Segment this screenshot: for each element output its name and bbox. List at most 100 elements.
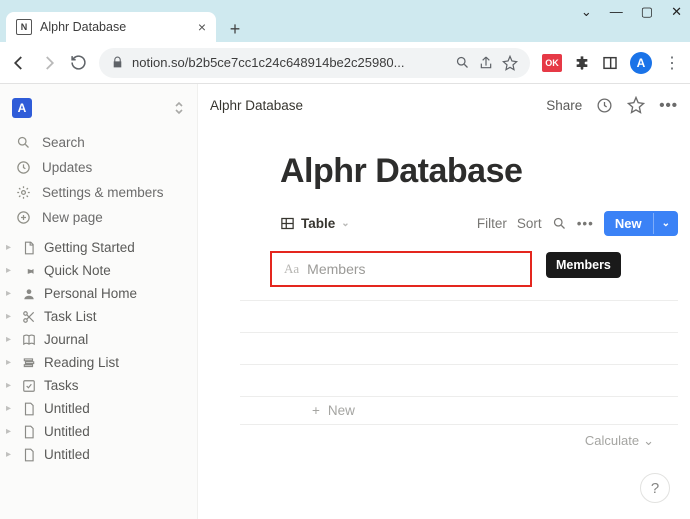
reload-button[interactable] <box>70 54 87 71</box>
bookmark-star-icon[interactable] <box>502 55 518 71</box>
more-icon[interactable]: ••• <box>577 216 594 231</box>
sidebar-newpage[interactable]: New page <box>0 205 197 230</box>
workspace-badge: A <box>12 98 32 118</box>
search-in-page-icon[interactable] <box>455 55 470 70</box>
sidebar-search[interactable]: Search <box>0 130 197 155</box>
stack-icon <box>22 356 38 370</box>
new-row-label: New <box>328 403 355 418</box>
sidebar-page-item[interactable]: ▸Journal <box>0 328 197 351</box>
calculate-label: Calculate <box>585 433 639 449</box>
plus-circle-icon <box>14 210 32 225</box>
chevron-down-icon[interactable]: ⌄ <box>581 4 592 20</box>
sidebar-page-item[interactable]: ▸ Untitled <box>0 397 197 420</box>
check-icon <box>22 379 38 393</box>
forward-button <box>40 54 58 72</box>
extension-ok-icon[interactable]: OK <box>542 54 562 72</box>
caret-right-icon[interactable]: ▸ <box>6 311 16 322</box>
lock-icon <box>111 56 124 69</box>
share-url-icon[interactable] <box>478 55 494 71</box>
sidebar-page-item[interactable]: ▸Task List <box>0 305 197 328</box>
doc-icon <box>22 241 38 255</box>
window-controls: ⌄ — ▢ ✕ <box>581 4 682 20</box>
search-icon[interactable] <box>552 216 567 231</box>
new-button[interactable]: New ⌄ <box>604 211 678 236</box>
book-icon <box>22 333 38 347</box>
chevron-down-icon[interactable]: ⌄ <box>653 213 678 234</box>
sidebar-page-item[interactable]: ▸Personal Home <box>0 282 197 305</box>
person-icon <box>22 287 38 301</box>
caret-right-icon[interactable]: ▸ <box>6 403 16 414</box>
view-tab-table[interactable]: Table ⌄ <box>280 216 350 231</box>
plus-icon: + <box>312 403 320 418</box>
maximize-icon[interactable]: ▢ <box>641 4 653 20</box>
close-icon[interactable]: ✕ <box>671 4 682 20</box>
new-tab-button[interactable]: + <box>222 16 248 42</box>
sidebar-page-item[interactable]: ▸ Reading List <box>0 351 197 374</box>
url-text: notion.so/b2b5ce7cc1c24c648914be2c25980.… <box>132 55 447 70</box>
caret-right-icon[interactable]: ▸ <box>6 380 16 391</box>
sidebar-newpage-label: New page <box>42 210 103 225</box>
table-row[interactable] <box>240 332 678 364</box>
sidebar-settings[interactable]: Settings & members <box>0 180 197 205</box>
profile-avatar[interactable]: A <box>630 52 652 74</box>
table-icon <box>280 216 295 231</box>
clock-icon <box>14 160 32 175</box>
filter-button[interactable]: Filter <box>477 216 507 231</box>
back-button[interactable] <box>10 54 28 72</box>
table-row[interactable] <box>240 364 678 396</box>
page-icon <box>22 402 38 416</box>
caret-right-icon[interactable]: ▸ <box>6 265 16 276</box>
sidebar-search-label: Search <box>42 135 85 150</box>
minimize-icon[interactable]: — <box>610 4 623 20</box>
caret-right-icon[interactable]: ▸ <box>6 357 16 368</box>
clock-icon[interactable] <box>596 97 613 114</box>
caret-right-icon[interactable]: ▸ <box>6 449 16 460</box>
new-row-button[interactable]: + New <box>240 396 678 425</box>
sidebar-page-item[interactable]: ▸ Untitled <box>0 443 197 466</box>
more-icon[interactable]: ••• <box>659 97 678 114</box>
caret-right-icon[interactable]: ▸ <box>6 426 16 437</box>
sidebar: A Search Updates Settings & members New … <box>0 84 198 519</box>
search-icon <box>14 135 32 150</box>
property-name-value: Members <box>307 261 365 277</box>
caret-right-icon[interactable]: ▸ <box>6 288 16 299</box>
sort-button[interactable]: Sort <box>517 216 542 231</box>
star-icon[interactable] <box>627 96 645 114</box>
property-name-input[interactable]: Aa Members <box>270 251 532 287</box>
database-toolbar: Table ⌄ Filter Sort ••• New ⌄ <box>280 211 678 236</box>
url-input[interactable]: notion.so/b2b5ce7cc1c24c648914be2c25980.… <box>99 48 530 78</box>
panel-icon[interactable] <box>602 55 618 71</box>
sidebar-page-label: Untitled <box>44 447 90 462</box>
chevron-updown-icon <box>173 101 185 115</box>
table-row[interactable] <box>240 300 678 332</box>
help-button[interactable]: ? <box>640 473 670 503</box>
chevron-down-icon: ⌄ <box>341 218 349 229</box>
sidebar-page-item[interactable]: ▸Quick Note <box>0 259 197 282</box>
address-bar: notion.so/b2b5ce7cc1c24c648914be2c25980.… <box>0 42 690 84</box>
page-icon <box>22 425 38 439</box>
caret-right-icon[interactable]: ▸ <box>6 334 16 345</box>
sidebar-page-item[interactable]: ▸ Tasks <box>0 374 197 397</box>
page-icon <box>22 448 38 462</box>
property-tooltip: Members <box>546 252 621 278</box>
tab-close-icon[interactable]: × <box>198 19 206 35</box>
extensions-icon[interactable] <box>574 55 590 71</box>
sidebar-page-label: Untitled <box>44 401 90 416</box>
workspace-switcher[interactable]: A <box>0 92 197 130</box>
sidebar-updates[interactable]: Updates <box>0 155 197 180</box>
sidebar-page-label: Reading List <box>44 355 119 370</box>
share-button[interactable]: Share <box>546 98 582 113</box>
page-content: Alphr Database Share ••• Alphr Database … <box>198 84 690 519</box>
sidebar-page-item[interactable]: ▸Getting Started <box>0 236 197 259</box>
notion-favicon-icon: N <box>16 19 32 35</box>
browser-tab[interactable]: N Alphr Database × <box>6 12 216 42</box>
calculate-button[interactable]: Calculate ⌄ <box>240 425 678 449</box>
caret-right-icon[interactable]: ▸ <box>6 242 16 253</box>
sidebar-page-label: Tasks <box>44 378 79 393</box>
page-title[interactable]: Alphr Database <box>280 152 678 191</box>
breadcrumb[interactable]: Alphr Database <box>210 98 303 113</box>
sidebar-page-item[interactable]: ▸Untitled <box>0 420 197 443</box>
new-button-label: New <box>604 211 653 236</box>
view-label: Table <box>301 216 335 231</box>
browser-menu-icon[interactable]: ⋮ <box>664 53 680 73</box>
